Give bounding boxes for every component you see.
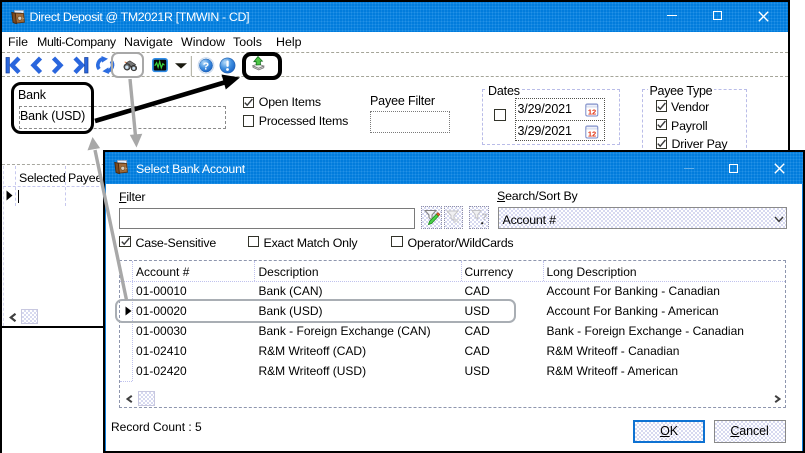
svg-text:12: 12 <box>587 129 595 138</box>
svg-text:12: 12 <box>587 107 595 116</box>
svg-text:?: ? <box>203 61 209 73</box>
svg-text:?: ? <box>482 212 488 223</box>
